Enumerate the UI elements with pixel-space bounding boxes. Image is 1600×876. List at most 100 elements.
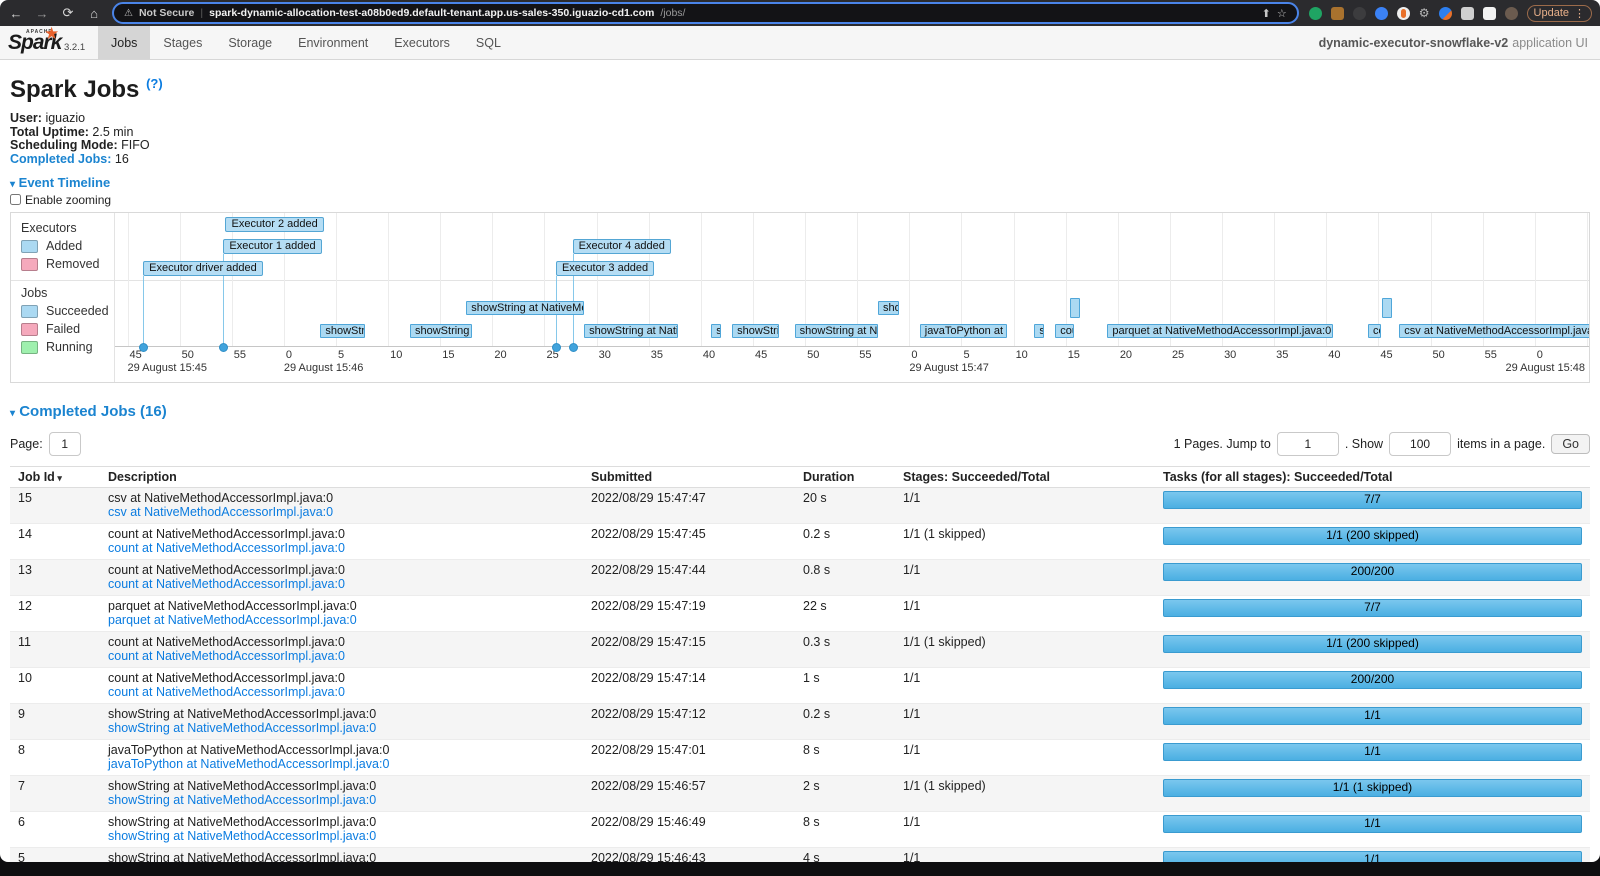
table-body: 15 csv at NativeMethodAccessorImpl.java:0… <box>10 487 1590 862</box>
security-label: Not Secure <box>138 7 195 19</box>
description-text: showString at NativeMethodAccessorImpl.j… <box>108 706 377 721</box>
collapse-arrow-icon: ▾ <box>10 178 16 190</box>
tab-stages[interactable]: Stages <box>150 26 215 59</box>
extension-icon-dark[interactable] <box>1352 6 1366 20</box>
table-row: 15 csv at NativeMethodAccessorImpl.java:0… <box>10 487 1590 524</box>
timeline-job-bar[interactable]: showString at NativeMethodAccessorImpl.j… <box>732 323 780 338</box>
back-icon[interactable]: ← <box>8 6 24 21</box>
timeline-job-bar[interactable]: count at NativeMethodAccessorImpl.java:0… <box>1368 323 1381 338</box>
tab-executors[interactable]: Executors <box>381 26 463 59</box>
tab-sql[interactable]: SQL <box>463 26 514 59</box>
summary-info-line: User: iguazio <box>10 111 1590 126</box>
timeline-job-bar[interactable]: parquet at NativeMethodAccessorImpl.java… <box>1107 323 1333 338</box>
cell-job-id: 13 <box>10 559 100 596</box>
enable-zooming-checkbox[interactable] <box>10 194 21 206</box>
table-row: 11 count at NativeMethodAccessorImpl.java… <box>10 631 1590 668</box>
timeline-tick-label: 35 <box>650 348 663 361</box>
reload-icon[interactable]: ⟳ <box>60 5 76 21</box>
timeline-job-bar[interactable]: showString at NativeMethodAccessorImpl.j… <box>466 300 585 315</box>
description-link[interactable]: count at NativeMethodAccessorImpl.java:0 <box>108 685 575 700</box>
app-name-strong: dynamic-executor-snowflake-v2 <box>1318 35 1509 50</box>
legend-item-added: Added <box>21 239 114 254</box>
extension-icon-swirl[interactable] <box>1438 6 1452 20</box>
cell-description: showString at NativeMethodAccessorImpl.j… <box>100 847 583 862</box>
address-bar[interactable]: ⚠ Not Secure | spark-dynamic-allocation-… <box>112 2 1299 24</box>
bookmark-star-icon[interactable]: ☆ <box>1277 7 1287 20</box>
timeline-job-bar[interactable]: showString at NativeMethodAccessorImpl.j… <box>584 323 678 338</box>
show-items-input[interactable] <box>1389 431 1452 456</box>
cell-job-id: 5 <box>10 847 100 862</box>
tasks-progress-bar: 7/7 <box>1163 490 1582 509</box>
tab-jobs[interactable]: Jobs <box>98 26 151 59</box>
column-header-1[interactable]: Description <box>100 465 583 488</box>
timeline-executor-event[interactable]: Executor 1 added <box>223 238 322 254</box>
spark-logo[interactable]: APACHE Spark ★ 3.2.1 <box>0 24 88 59</box>
update-button[interactable]: Update ⋮ <box>1526 4 1592 22</box>
description-link[interactable]: csv at NativeMethodAccessorImpl.java:0 <box>108 505 575 520</box>
browser-menu-icon[interactable]: ⋮ <box>1574 7 1585 20</box>
column-header-2[interactable]: Submitted <box>583 465 795 488</box>
column-header-5[interactable]: Tasks (for all stages): Succeeded/Total <box>1155 465 1590 488</box>
extension-icon-orange-square[interactable] <box>1330 6 1344 20</box>
cell-stages: 1/1 (1 skipped) <box>895 775 1155 812</box>
timeline-job-bar[interactable] <box>1381 297 1392 318</box>
description-link[interactable]: showString at NativeMethodAccessorImpl.j… <box>108 793 575 808</box>
timeline-job-bar[interactable]: javaToPython at NativeMethodAccessorImpl… <box>919 323 1008 338</box>
cell-job-id: 10 <box>10 667 100 704</box>
description-link[interactable]: count at NativeMethodAccessorImpl.java:0 <box>108 649 575 664</box>
extension-icon-blue[interactable] <box>1374 6 1388 20</box>
tab-groups-icon[interactable] <box>1482 6 1496 20</box>
description-link[interactable]: showString at NativeMethodAccessorImpl.j… <box>108 721 575 736</box>
home-icon[interactable]: ⌂ <box>86 6 102 21</box>
summary-value: FIFO <box>117 138 150 153</box>
completed-jobs-toggle[interactable]: ▾ Completed Jobs (16) <box>10 403 1590 420</box>
table-row: 14 count at NativeMethodAccessorImpl.java… <box>10 523 1590 560</box>
table-row: 5 showString at NativeMethodAccessorImpl.… <box>10 847 1590 862</box>
timeline-executor-event[interactable]: Executor driver added <box>143 260 263 276</box>
description-link[interactable]: parquet at NativeMethodAccessorImpl.java… <box>108 613 575 628</box>
timeline-job-bar[interactable]: csv at NativeMethodAccessorImpl.java:0 (… <box>1399 323 1589 338</box>
tab-environment[interactable]: Environment <box>285 26 381 59</box>
description-link[interactable]: count at NativeMethodAccessorImpl.java:0 <box>108 541 575 556</box>
description-link[interactable]: showString at NativeMethodAccessorImpl.j… <box>108 829 575 844</box>
timeline-job-bar[interactable]: showString at NativeMethodAccessorImpl.j… <box>878 300 899 315</box>
profile-avatar[interactable] <box>1504 6 1518 20</box>
spark-version: 3.2.1 <box>64 42 86 53</box>
timeline-job-bar[interactable] <box>1069 297 1080 318</box>
forward-icon[interactable]: → <box>34 6 50 21</box>
page-number-input[interactable] <box>48 431 81 456</box>
timeline-tick-label: 30 <box>598 348 611 361</box>
timeline-band-divider <box>11 279 1589 281</box>
jump-to-input[interactable] <box>1276 431 1339 456</box>
event-timeline-toggle[interactable]: ▾ Event Timeline <box>10 175 1590 190</box>
cell-job-id: 9 <box>10 703 100 740</box>
tab-storage[interactable]: Storage <box>215 26 285 59</box>
column-header-3[interactable]: Duration <box>795 465 895 488</box>
extensions-puzzle-icon[interactable] <box>1460 6 1474 20</box>
timeline-executor-event[interactable]: Executor 4 added <box>572 238 671 254</box>
timeline-job-bar[interactable]: showString at NativeMethodAccessorImpl.j… <box>320 323 366 338</box>
column-header-0[interactable]: Job Id ▾ <box>10 465 100 488</box>
timeline-grid[interactable]: 45 50 55 0 5 10 15 20 25 30 35 40 45 50 55 0 5 10 15 20 25 30… <box>11 212 1589 382</box>
timeline-job-bar[interactable]: showString at NativeMethodAccessorImpl.j… <box>1034 323 1045 338</box>
timeline-executor-event[interactable]: Executor 2 added <box>225 216 324 232</box>
cell-tasks: 1/1 <box>1155 739 1590 776</box>
go-button[interactable]: Go <box>1551 433 1590 454</box>
timeline-job-bar[interactable]: showString at NativeMethodAccessorImpl.j… <box>711 323 722 338</box>
description-link[interactable]: count at NativeMethodAccessorImpl.java:0 <box>108 577 575 592</box>
help-link[interactable]: (?) <box>146 76 163 91</box>
extension-icon-green[interactable] <box>1308 6 1322 20</box>
timeline-gridline <box>127 212 129 346</box>
column-header-4[interactable]: Stages: Succeeded/Total <box>895 465 1155 488</box>
extension-icon-gear[interactable]: ⚙ <box>1419 6 1430 20</box>
share-icon[interactable]: ⬆ <box>1262 7 1271 20</box>
timeline-job-bar[interactable]: showString at NativeMethodAccessorImpl.j… <box>794 323 879 338</box>
timeline-tick-label: 35 <box>1276 348 1289 361</box>
timeline-job-bar[interactable]: count at NativeMethodAccessorImpl.java:0… <box>1055 323 1075 338</box>
description-link[interactable]: javaToPython at NativeMethodAccessorImpl… <box>108 757 575 772</box>
summary-label[interactable]: Completed Jobs: <box>10 152 111 166</box>
cell-stages: 1/1 <box>895 739 1155 776</box>
timeline-job-bar[interactable]: showString at NativeMethodAccessorImpl.j… <box>410 323 472 338</box>
extension-icon-pill[interactable] <box>1396 6 1410 20</box>
timeline-executor-event[interactable]: Executor 3 added <box>555 260 655 276</box>
